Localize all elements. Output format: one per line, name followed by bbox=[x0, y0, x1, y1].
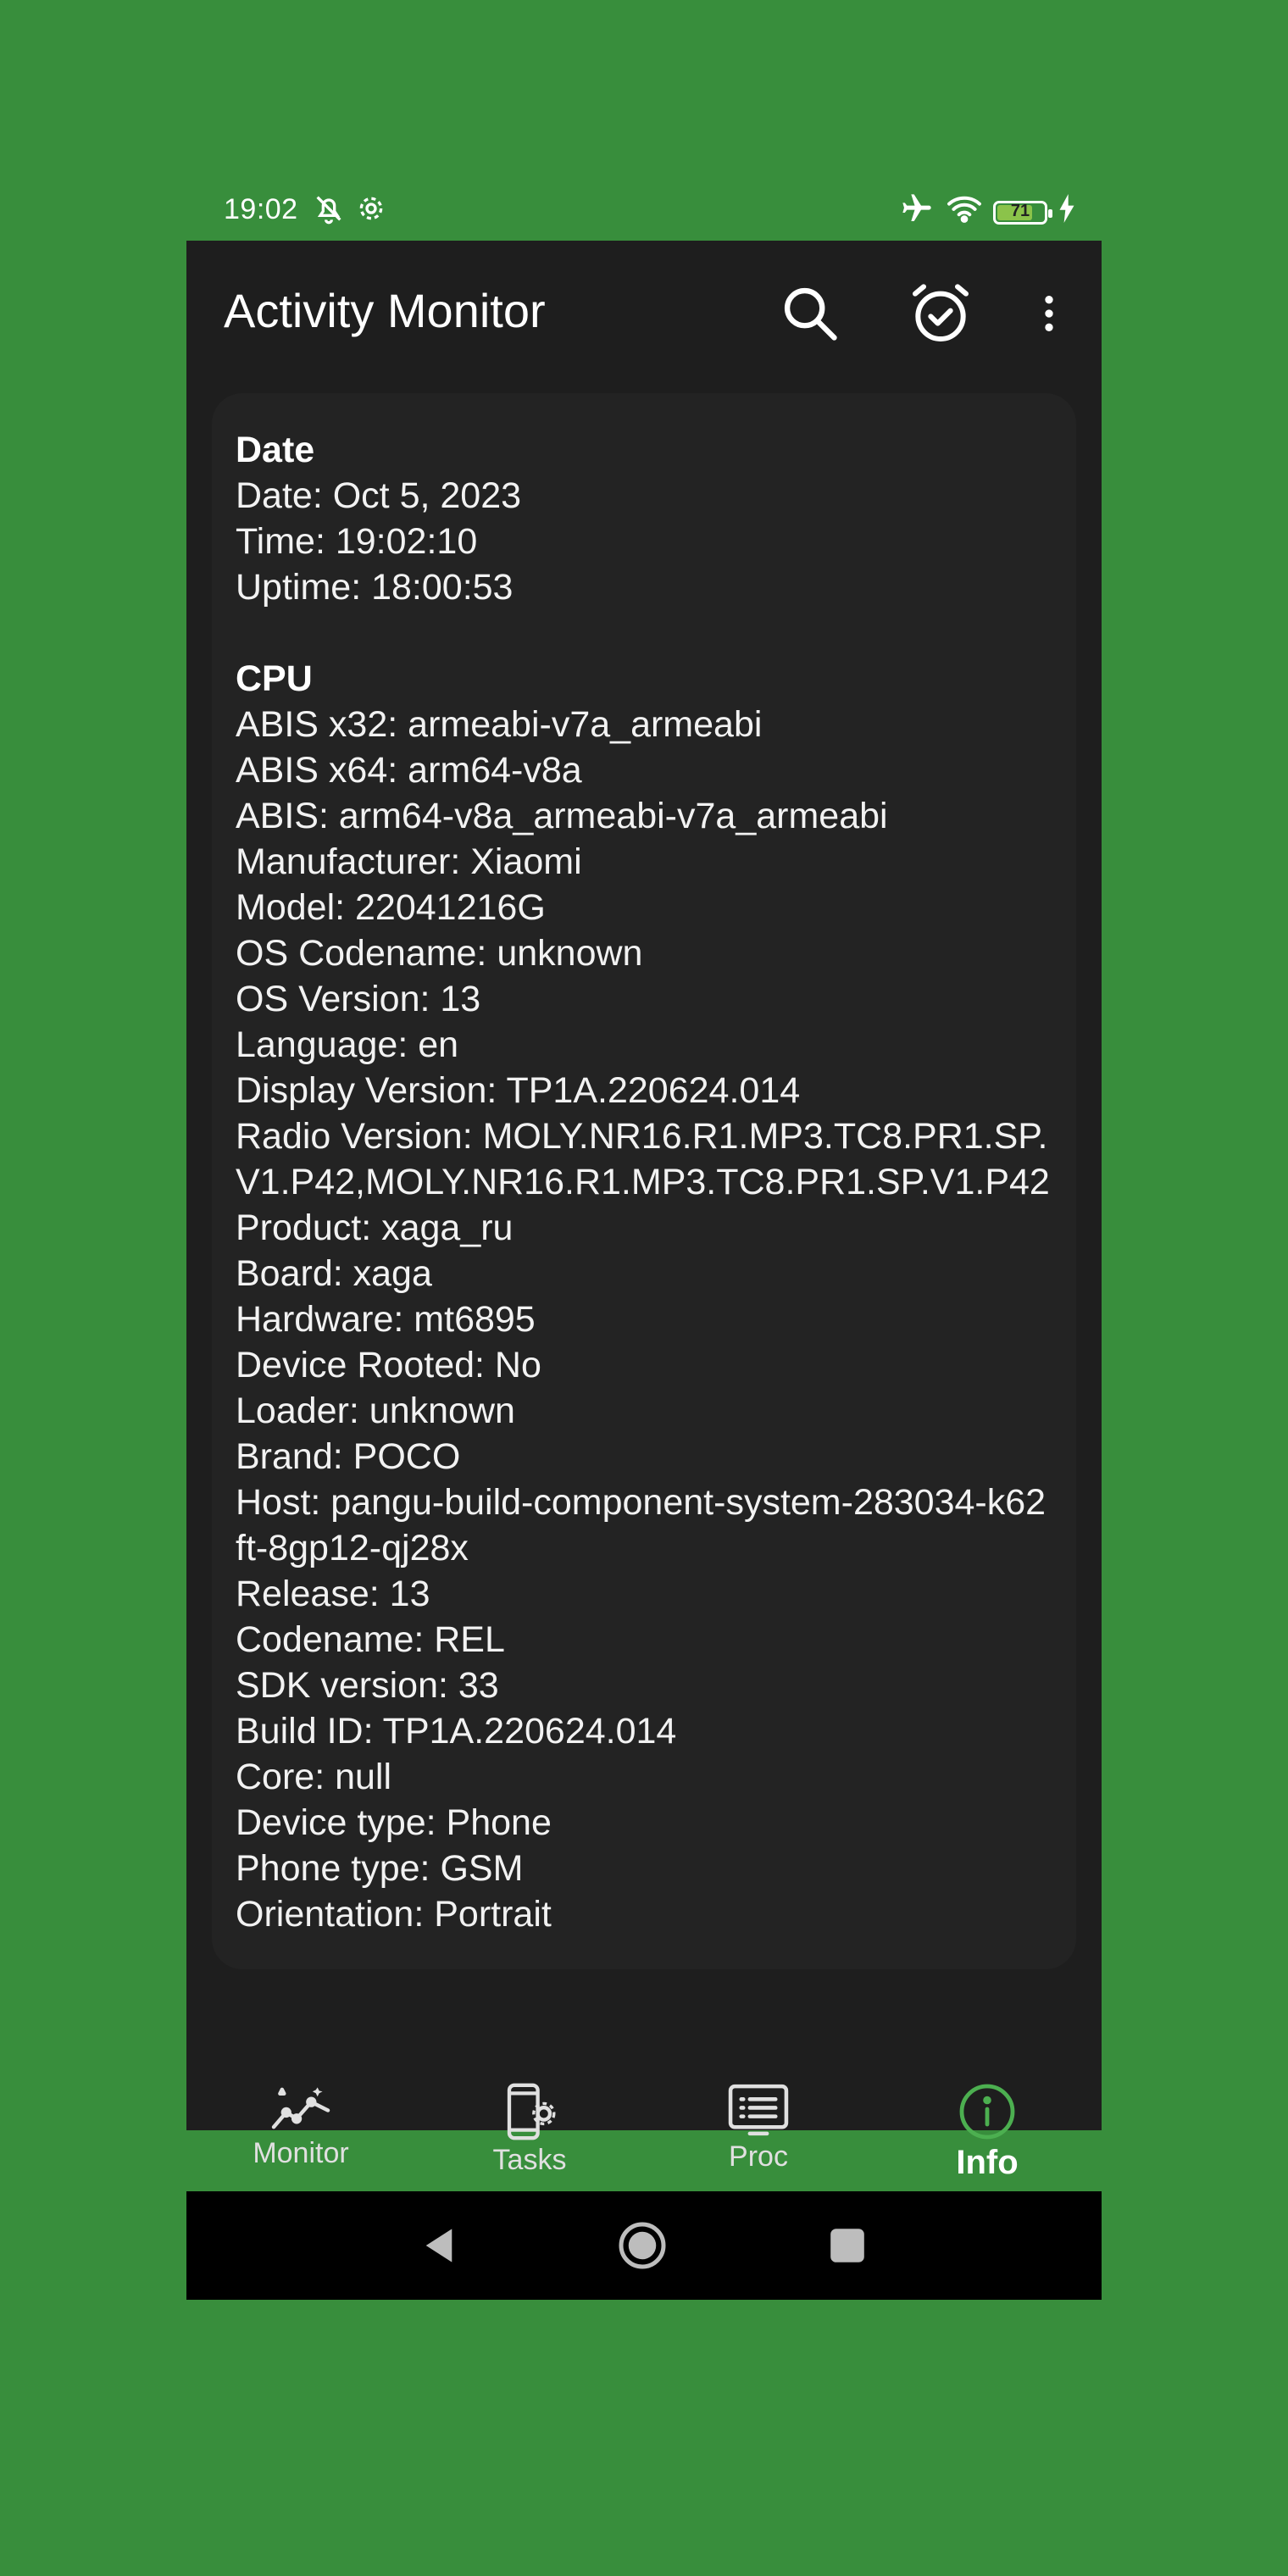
recents-icon bbox=[830, 2229, 864, 2262]
info-icon bbox=[959, 2084, 1015, 2140]
info-line: Language: en bbox=[236, 1024, 459, 1065]
home-button[interactable] bbox=[617, 2220, 668, 2271]
nav-label-monitor: Monitor bbox=[253, 2137, 349, 2169]
trending-chart-icon bbox=[271, 2087, 330, 2129]
status-bar: 19:02 71 bbox=[186, 180, 1102, 241]
bottom-navigation: Monitor Tasks Proc Info bbox=[186, 2062, 1102, 2190]
info-line: ABIS: arm64-v8a_armeabi-v7a_armeabi bbox=[236, 796, 888, 836]
wifi-icon bbox=[946, 193, 983, 231]
search-icon bbox=[784, 287, 837, 341]
list-monitor-icon bbox=[728, 2084, 789, 2136]
info-line: ABIS x64: arm64-v8a bbox=[236, 750, 582, 791]
bell-off-icon bbox=[312, 192, 346, 233]
info-line: Board: xaga bbox=[236, 1253, 432, 1294]
nav-item-monitor[interactable]: Monitor bbox=[186, 2062, 415, 2190]
info-line: Manufacturer: Xiaomi bbox=[236, 841, 582, 882]
nav-label-info: Info bbox=[956, 2144, 1019, 2181]
app-bar: Activity Monitor bbox=[186, 241, 1102, 385]
section-title: Date bbox=[236, 430, 315, 470]
info-line: Brand: POCO bbox=[236, 1436, 461, 1477]
battery-level: 71 bbox=[1010, 201, 1030, 220]
nav-item-tasks[interactable]: Tasks bbox=[415, 2062, 644, 2190]
phone-settings-icon bbox=[507, 2083, 556, 2140]
info-line: Loader: unknown bbox=[236, 1391, 515, 1431]
info-card: Date Date: Oct 5, 2023 Time: 19:02:10 Up… bbox=[212, 393, 1076, 1969]
info-line: Codename: REL bbox=[236, 1619, 505, 1660]
info-line: Hardware: mt6895 bbox=[236, 1299, 536, 1340]
info-line: Date: Oct 5, 2023 bbox=[236, 475, 522, 516]
nav-item-info[interactable]: Info bbox=[873, 2062, 1102, 2190]
info-line: Display Version: TP1A.220624.014 bbox=[236, 1070, 801, 1111]
recents-button[interactable] bbox=[822, 2220, 873, 2271]
info-line: Build ID: TP1A.220624.014 bbox=[236, 1711, 677, 1752]
info-line: OS Codename: unknown bbox=[236, 933, 643, 974]
info-line: Device Rooted: No bbox=[236, 1345, 541, 1385]
section-title: CPU bbox=[236, 658, 313, 699]
airplane-icon bbox=[898, 192, 935, 233]
info-line: Phone type: GSM bbox=[236, 1848, 524, 1889]
info-line: Orientation: Portrait bbox=[236, 1894, 552, 1935]
gear-icon bbox=[354, 192, 388, 233]
home-icon bbox=[619, 2222, 666, 2269]
app-container: Activity Monitor Date Date: Oct 5, 2023 … bbox=[186, 241, 1102, 2300]
more-options-button[interactable] bbox=[1008, 273, 1090, 354]
nav-label-proc: Proc bbox=[729, 2140, 788, 2173]
info-line: ABIS x32: armeabi-v7a_armeabi bbox=[236, 704, 763, 745]
charging-icon bbox=[1058, 194, 1076, 230]
info-line: Host: pangu-build-component-system-28303… bbox=[236, 1482, 1046, 1568]
alarm-check-icon bbox=[913, 284, 969, 341]
nav-item-proc[interactable]: Proc bbox=[644, 2062, 873, 2190]
info-line: Radio Version: MOLY.NR16.R1.MP3.TC8.PR1.… bbox=[236, 1116, 1050, 1202]
info-line: Time: 19:02:10 bbox=[236, 521, 478, 562]
search-button[interactable] bbox=[769, 273, 851, 354]
status-time: 19:02 bbox=[224, 193, 298, 225]
cpu-section: CPU ABIS x32: armeabi-v7a_armeabi ABIS x… bbox=[236, 656, 1052, 1937]
back-icon bbox=[425, 2229, 452, 2262]
app-title: Activity Monitor bbox=[224, 284, 546, 337]
alarm-button[interactable] bbox=[900, 273, 981, 354]
phone-screen: 19:02 71 Activity Monitor Date Date: Oct… bbox=[186, 180, 1102, 2300]
info-line: Core: null bbox=[236, 1757, 392, 1797]
info-line: Product: xaga_ru bbox=[236, 1208, 514, 1248]
info-line: Device type: Phone bbox=[236, 1802, 552, 1843]
system-navigation-bar bbox=[186, 2191, 1102, 2300]
info-line: Uptime: 18:00:53 bbox=[236, 567, 514, 608]
info-line: SDK version: 33 bbox=[236, 1665, 499, 1706]
nav-label-tasks: Tasks bbox=[492, 2144, 567, 2176]
info-line: OS Version: 13 bbox=[236, 979, 481, 1019]
more-vert-icon bbox=[1045, 296, 1053, 331]
battery-icon: 71 bbox=[993, 200, 1052, 225]
date-section: Date Date: Oct 5, 2023 Time: 19:02:10 Up… bbox=[236, 427, 1052, 610]
info-line: Release: 13 bbox=[236, 1574, 430, 1614]
back-button[interactable] bbox=[414, 2220, 464, 2271]
info-line: Model: 22041216G bbox=[236, 887, 546, 928]
